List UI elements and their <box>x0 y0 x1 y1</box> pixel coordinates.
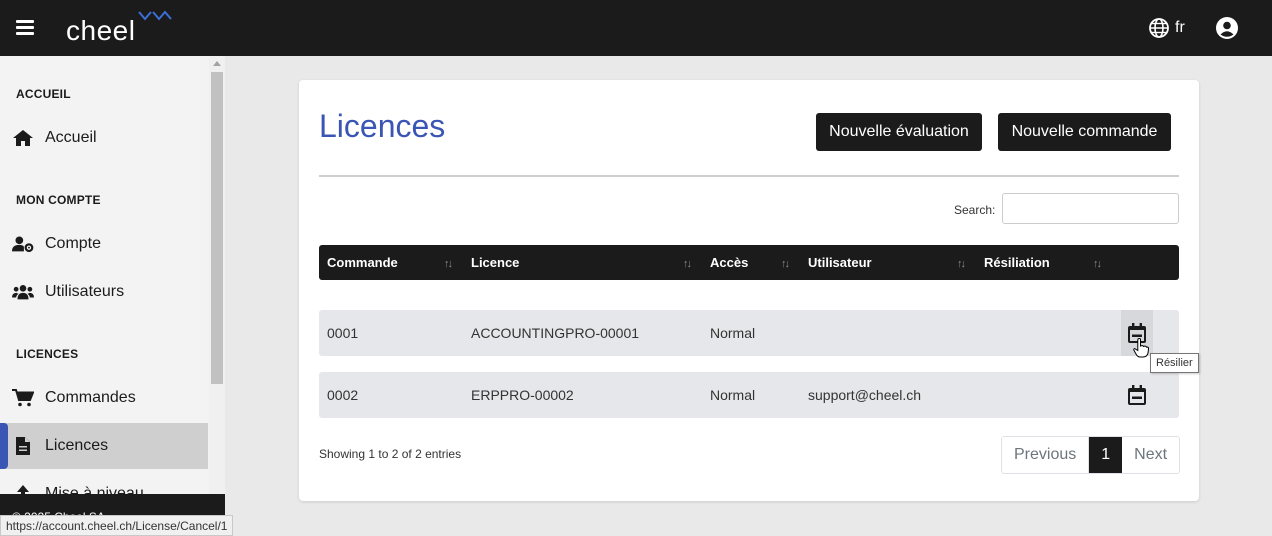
scrollbar-thumb[interactable] <box>211 72 223 384</box>
column-header-resiliation[interactable]: Résiliation <box>984 245 1050 280</box>
sort-icon[interactable]: ↑↓ <box>683 258 692 270</box>
logo[interactable]: cheel <box>66 16 135 46</box>
pagination: Previous 1 Next <box>1001 436 1181 474</box>
column-header-label: Résiliation <box>984 255 1050 270</box>
cell-acces: Normal <box>710 387 756 403</box>
sidebar-item-label: Utilisateurs <box>45 283 125 300</box>
logo-mark-icon <box>138 10 172 21</box>
document-icon <box>12 437 34 455</box>
sort-icon[interactable]: ↑↓ <box>957 258 966 270</box>
table-row: 0001 ACCOUNTINGPRO-00001 Normal <box>319 310 1179 356</box>
column-header-utilisateur[interactable]: Utilisateur <box>808 245 872 280</box>
divider <box>319 175 1179 177</box>
language-label: fr <box>1175 19 1185 36</box>
pagination-previous[interactable]: Previous <box>1002 437 1090 473</box>
sidebar-item-label: Licences <box>45 437 109 454</box>
sidebar-item-compte[interactable]: Compte <box>0 221 208 267</box>
sidebar-item-label: Commandes <box>45 389 136 406</box>
hand-cursor-icon <box>1133 338 1149 358</box>
sidebar-section-licences: LICENCES <box>16 347 79 361</box>
menu-icon[interactable] <box>16 20 34 36</box>
cell-acces: Normal <box>710 325 756 341</box>
home-icon <box>12 129 34 147</box>
table-info: Showing 1 to 2 of 2 entries <box>319 447 462 461</box>
language-selector[interactable]: fr <box>1149 18 1185 38</box>
scroll-up-arrow-icon[interactable] <box>213 61 221 66</box>
column-header-label: Utilisateur <box>808 255 872 270</box>
status-url: https://account.cheel.ch/License/Cancel/… <box>0 515 234 536</box>
sort-icon[interactable]: ↑↓ <box>1093 258 1102 270</box>
pagination-next[interactable]: Next <box>1122 437 1180 473</box>
cell-utilisateur: support@cheel.ch <box>808 387 922 403</box>
new-order-button[interactable]: Nouvelle commande <box>998 113 1171 151</box>
cell-licence: ERPPRO-00002 <box>471 387 574 403</box>
sidebar-item-commandes[interactable]: Commandes <box>0 375 208 421</box>
cell-licence: ACCOUNTINGPRO-00001 <box>471 325 640 341</box>
cell-commande: 0002 <box>327 387 359 403</box>
column-header-acces[interactable]: Accès <box>710 245 748 280</box>
sidebar-item-licences[interactable]: Licences <box>0 423 208 469</box>
table-row: 0002 ERPPRO-00002 Normal support@cheel.c… <box>319 372 1179 418</box>
new-evaluation-button[interactable]: Nouvelle évaluation <box>816 113 982 151</box>
cell-commande: 0001 <box>327 325 359 341</box>
globe-icon <box>1149 18 1169 38</box>
sidebar-item-utilisateurs[interactable]: Utilisateurs <box>0 269 208 315</box>
sort-icon[interactable]: ↑↓ <box>781 258 790 270</box>
column-header-licence[interactable]: Licence <box>471 245 519 280</box>
sidebar-item-accueil[interactable]: Accueil <box>0 115 208 161</box>
users-icon <box>12 283 34 301</box>
sidebar-section-accueil: ACCUEIL <box>16 87 71 101</box>
sidebar-item-label: Accueil <box>45 129 97 146</box>
column-header-label: Commande <box>327 255 398 270</box>
column-header-label: Accès <box>710 255 749 270</box>
sidebar-scrollbar[interactable] <box>209 56 225 496</box>
licences-card: Licences Nouvelle évaluation Nouvelle co… <box>299 80 1199 501</box>
sidebar: ACCUEIL Accueil MON COMPTE Compte Utilis… <box>0 56 225 536</box>
top-bar: cheel fr <box>0 0 1272 56</box>
search-input[interactable] <box>1002 193 1179 224</box>
pagination-page-1[interactable]: 1 <box>1089 437 1123 473</box>
cancel-license-button[interactable] <box>1121 372 1153 418</box>
sort-icon[interactable]: ↑↓ <box>444 258 453 270</box>
page-title: Licences <box>319 108 446 144</box>
table-header: Commande ↑↓ Licence ↑↓ Accès ↑↓ Utilisat… <box>319 245 1179 280</box>
sidebar-section-mon-compte: MON COMPTE <box>16 193 101 207</box>
user-account-icon[interactable] <box>1216 17 1238 39</box>
calendar-minus-icon <box>1128 385 1146 405</box>
tooltip: Résilier <box>1150 353 1199 373</box>
cart-icon <box>12 389 34 407</box>
column-header-label: Licence <box>471 255 520 270</box>
sidebar-item-label: Compte <box>45 235 102 252</box>
user-cog-icon <box>12 235 34 253</box>
search-label: Search: <box>954 203 996 217</box>
column-header-commande[interactable]: Commande <box>327 245 398 280</box>
